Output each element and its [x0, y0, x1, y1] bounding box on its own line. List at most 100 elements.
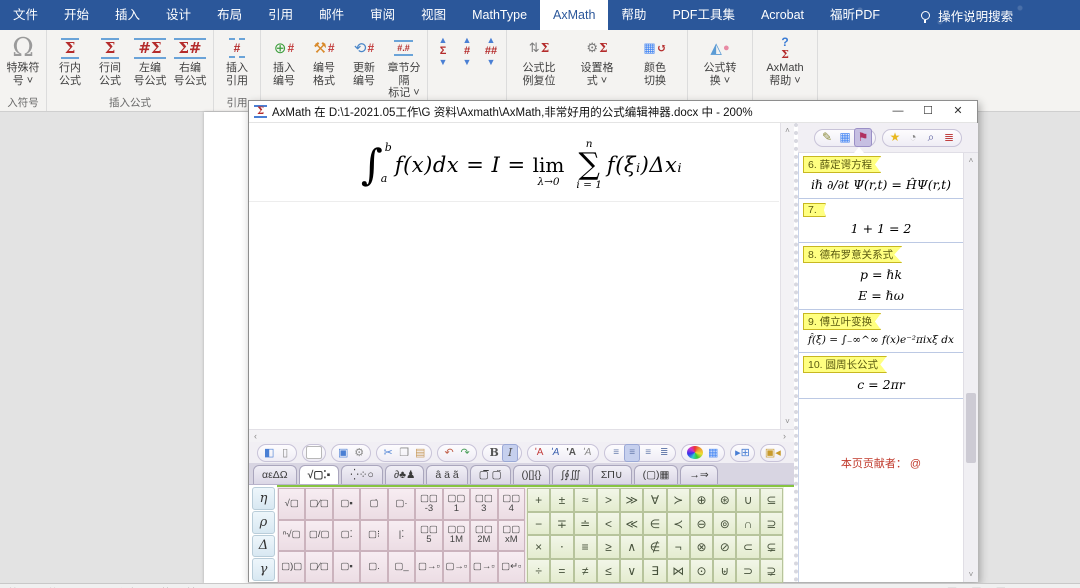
- operator-cell[interactable]: ⊚: [713, 512, 736, 536]
- font-style-button[interactable]: ʹA: [531, 445, 547, 461]
- operator-cell[interactable]: ⊗: [690, 535, 713, 559]
- library-item[interactable]: 6. 薛定谔方程 iℏ ∂/∂t Ψ(r,t) = ĤΨ(r,t): [799, 153, 963, 199]
- library-item[interactable]: 10. 圆周长公式 c = 2πr: [799, 353, 963, 399]
- operator-cell[interactable]: ≻: [667, 488, 690, 512]
- template-cell[interactable]: ⁿ√▢: [278, 520, 305, 552]
- minimize-button[interactable]: —: [883, 101, 913, 122]
- recent-symbol-cell[interactable]: Δ: [252, 535, 275, 558]
- template-cell[interactable]: ▢/▢: [305, 520, 332, 552]
- canvas-horizontal-scrollbar[interactable]: ‹ ›: [249, 429, 794, 442]
- operator-cell[interactable]: ⊂: [736, 535, 759, 559]
- operator-cell[interactable]: ≫: [620, 488, 643, 512]
- template-cell[interactable]: ▢_: [388, 551, 415, 583]
- ribbon-tab[interactable]: 福昕PDF: [817, 0, 893, 30]
- recent-symbol-cell[interactable]: γ: [252, 558, 275, 581]
- scrollbar-thumb[interactable]: [966, 393, 976, 463]
- template-cell[interactable]: ▢▢ 3: [470, 488, 497, 520]
- operator-cell[interactable]: ≡: [574, 535, 597, 559]
- formula-convert-button[interactable]: ◭● 公式转 换 ˅: [692, 34, 748, 87]
- scroll-right-arrow[interactable]: ›: [783, 430, 786, 442]
- increase-icon[interactable]: ▲: [487, 35, 496, 45]
- palette-tab[interactable]: ⁛⁘○: [341, 465, 383, 484]
- template-cell[interactable]: ▢▪: [333, 488, 360, 520]
- template-cell[interactable]: ▢▪: [333, 551, 360, 583]
- library-item[interactable]: 9. 傅立叶变换 f̂(ξ) = ∫₋∞^∞ f(x)e⁻²πixξ dx: [799, 310, 963, 353]
- color-button[interactable]: [687, 446, 703, 459]
- palette-tab[interactable]: αεΔΩ: [253, 465, 297, 484]
- template-cell[interactable]: ▢▢ xM: [498, 520, 525, 552]
- operator-cell[interactable]: ≤: [597, 559, 620, 583]
- decrease-icon[interactable]: ▼: [463, 57, 472, 67]
- scale-stepper[interactable]: ▲ # ▼: [456, 35, 478, 67]
- template-cell[interactable]: ▢⁝: [360, 520, 387, 552]
- library-item[interactable]: 8. 德布罗意关系式 p = ℏk E = ℏω: [799, 243, 963, 310]
- library-formula[interactable]: 1 + 1 = 2: [803, 217, 959, 238]
- ribbon-tab[interactable]: Acrobat: [748, 0, 817, 30]
- operator-cell[interactable]: ÷: [527, 559, 550, 583]
- library-formula[interactable]: c = 2πr: [803, 373, 959, 394]
- increase-icon[interactable]: ▲: [439, 35, 448, 45]
- operator-cell[interactable]: ⊋: [760, 559, 783, 583]
- palette-tab[interactable]: (▢)▦: [634, 465, 679, 484]
- panel-scrollbar[interactable]: ˄ ˅: [963, 153, 978, 582]
- ribbon-tab[interactable]: PDF工具集: [659, 0, 748, 30]
- template-cell[interactable]: ▢▢ 1: [443, 488, 470, 520]
- toolbar-button[interactable]: ↶: [441, 445, 457, 461]
- decrease-icon[interactable]: ▼: [439, 57, 448, 67]
- toolbar-button[interactable]: B: [486, 445, 502, 461]
- format-button[interactable]: ⇅Σ 公式比 例复位: [511, 34, 567, 87]
- formula-insert-button[interactable]: #Σ 左编 号公式: [131, 34, 169, 87]
- operator-cell[interactable]: ⋈: [667, 559, 690, 583]
- scroll-down-arrow[interactable]: ˅: [964, 570, 978, 579]
- scale-stepper[interactable]: ▲ ## ▼: [480, 35, 502, 67]
- panel-tool-button[interactable]: ≣: [940, 129, 958, 146]
- ribbon-tab[interactable]: 帮助: [608, 0, 659, 30]
- toolbar-button[interactable]: ▤: [412, 445, 428, 461]
- formula-insert-button[interactable]: Σ 行内 公式: [51, 34, 89, 87]
- numbering-button[interactable]: #.# 章节分隔 标记 ˅: [385, 34, 423, 100]
- operator-cell[interactable]: ≠: [574, 559, 597, 583]
- template-cell[interactable]: ▢·: [388, 488, 415, 520]
- increase-icon[interactable]: ▲: [463, 35, 472, 45]
- format-button[interactable]: ⚙Σ 设置格 式 ˅: [569, 34, 625, 87]
- toolbar-button[interactable]: ✂: [380, 445, 396, 461]
- formula-tag[interactable]: 10. 圆周长公式: [803, 356, 887, 373]
- scroll-left-arrow[interactable]: ‹: [254, 430, 257, 442]
- close-button[interactable]: ✕: [943, 101, 973, 122]
- toolbar-button[interactable]: ▯: [277, 445, 293, 461]
- panel-tool-button[interactable]: ✎: [818, 129, 836, 146]
- toolbar-button[interactable]: ↷: [457, 445, 473, 461]
- operator-cell[interactable]: ∈: [643, 512, 666, 536]
- axmath-title-bar[interactable]: Σ AxMath 在 D:\1-2021.05工作\G 资料\Axmath\Ax…: [249, 101, 977, 123]
- operator-cell[interactable]: ⊘: [713, 535, 736, 559]
- toolbar-button[interactable]: ⚙: [351, 445, 367, 461]
- operator-cell[interactable]: <: [597, 512, 620, 536]
- tell-me-search[interactable]: 操作说明搜索: [921, 6, 1013, 25]
- library-formula-line2[interactable]: E = ℏω: [803, 284, 959, 305]
- align-button[interactable]: ≣: [656, 445, 672, 461]
- template-cell[interactable]: ▢↵▫: [498, 551, 525, 583]
- operator-cell[interactable]: ¬: [667, 535, 690, 559]
- library-item[interactable]: 7. 1 + 1 = 2: [799, 199, 963, 243]
- operator-cell[interactable]: +: [527, 488, 550, 512]
- operator-cell[interactable]: ∓: [550, 512, 573, 536]
- operator-cell[interactable]: ⋅: [550, 535, 573, 559]
- operator-cell[interactable]: >: [597, 488, 620, 512]
- recent-symbol-cell[interactable]: η: [252, 487, 275, 510]
- operator-cell[interactable]: ∪: [736, 488, 759, 512]
- ribbon-tab[interactable]: 文件: [0, 0, 51, 30]
- operator-cell[interactable]: ∉: [643, 535, 666, 559]
- align-button[interactable]: ≡: [640, 445, 656, 461]
- template-cell[interactable]: ▢▢ 2M: [470, 520, 497, 552]
- scale-stepper[interactable]: ▲ Σ ▼: [432, 35, 454, 67]
- panel-tool-button[interactable]: ★: [886, 129, 904, 146]
- formula-insert-button[interactable]: Σ 行间 公式: [91, 34, 129, 87]
- operator-cell[interactable]: ⊃: [736, 559, 759, 583]
- ribbon-tab[interactable]: 审阅: [357, 0, 408, 30]
- template-cell[interactable]: ▢▢ 5: [415, 520, 442, 552]
- operator-cell[interactable]: ×: [527, 535, 550, 559]
- template-cell[interactable]: ▢⁚: [333, 520, 360, 552]
- recent-symbol-cell[interactable]: ρ: [252, 511, 275, 534]
- template-cell[interactable]: ▢⁄▢: [305, 488, 332, 520]
- panel-tool-button[interactable]: ▦: [836, 129, 854, 146]
